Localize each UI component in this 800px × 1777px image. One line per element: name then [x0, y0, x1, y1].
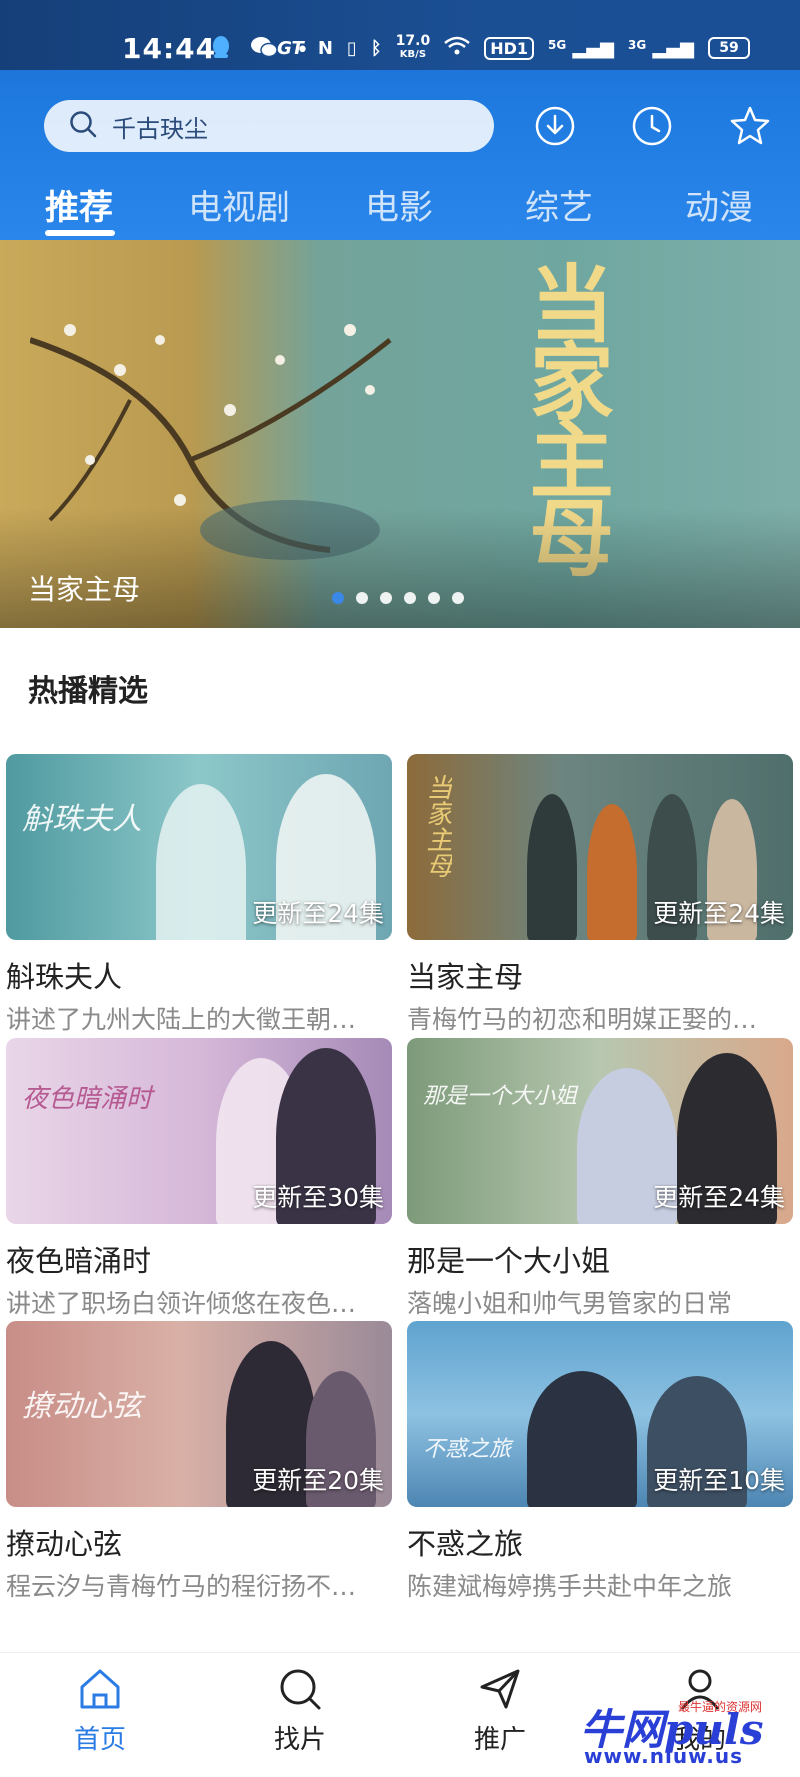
thumbnail-art-text: 不惑之旅 [423, 1437, 512, 1462]
thumbnail-art-text: 斛珠夫人 [22, 802, 142, 837]
nav-promote[interactable]: 推广 [440, 1665, 560, 1756]
signal-3g: 3G ▂▄▆ [628, 37, 694, 59]
show-description: 讲述了职场白领许倾悠在夜色… [6, 1289, 357, 1318]
watermark-logo: 牛网puls 最牛逼的资源网 www.niuw.us [580, 1696, 780, 1768]
app-screen: 14:44 • GT N ▯ ᛒ 17.0 KB/S HD1 5G ▂▄▆ 3G… [0, 0, 800, 1777]
banner-dot[interactable] [380, 592, 392, 604]
nav-label: 推广 [473, 1725, 526, 1755]
show-description: 青梅竹马的初恋和明媒正娶的… [407, 1005, 758, 1034]
show-card[interactable]: 夜色暗涌时 更新至30集 夜色暗涌时 讲述了职场白领许倾悠在夜色… [6, 1038, 392, 1320]
show-description: 落魄小姐和帅气男管家的日常 [407, 1289, 733, 1318]
figure-shape [527, 1371, 637, 1507]
show-card[interactable]: 当家主母 更新至24集 当家主母 青梅竹马的初恋和明媒正娶的… [407, 754, 793, 1036]
search-input[interactable]: 千古玦尘 [44, 100, 494, 152]
banner-dot[interactable] [452, 592, 464, 604]
show-thumbnail: 当家主母 更新至24集 [407, 754, 793, 940]
banner-dot[interactable] [404, 592, 416, 604]
episode-badge: 更新至20集 [252, 1466, 384, 1495]
wechat-icon [250, 35, 278, 65]
thumbnail-art-text: 夜色暗涌时 [22, 1084, 153, 1114]
show-thumbnail: 撩动心弦 更新至20集 [6, 1321, 392, 1507]
wifi-icon [444, 36, 470, 61]
signal-5g: 5G ▂▄▆ [548, 37, 614, 59]
show-title: 那是一个大小姐 [407, 1244, 611, 1278]
figure-shape [587, 804, 637, 940]
hd-badge: HD1 [484, 36, 534, 60]
banner-pagination [332, 592, 464, 604]
star-icon [730, 106, 770, 145]
qq-icon [210, 34, 232, 66]
show-title: 撩动心弦 [6, 1527, 123, 1561]
show-description: 程云汐与青梅竹马的程衍扬不… [6, 1572, 357, 1601]
show-title: 不惑之旅 [407, 1527, 524, 1561]
nav-label: 找片 [273, 1725, 326, 1755]
show-title: 斛珠夫人 [6, 960, 123, 994]
favorites-button[interactable] [728, 104, 772, 148]
search-icon [280, 1669, 321, 1710]
thumbnail-art-text: 撩动心弦 [22, 1389, 142, 1424]
gt-icon: GT [277, 37, 304, 59]
home-icon [80, 1669, 120, 1709]
nav-label: 首页 [73, 1725, 126, 1755]
watermark-url: www.niuw.us [584, 1744, 744, 1768]
battery-icon: 59 [708, 37, 750, 59]
figure-shape [156, 784, 246, 940]
net-speed-unit: KB/S [399, 49, 427, 60]
nfc-icon: N [317, 37, 333, 59]
show-card[interactable]: 撩动心弦 更新至20集 撩动心弦 程云汐与青梅竹马的程衍扬不… [6, 1321, 392, 1603]
show-card[interactable]: 斛珠夫人 更新至24集 斛珠夫人 讲述了九州大陆上的大徵王朝… [6, 754, 392, 1036]
show-description: 陈建斌梅婷携手共赴中年之旅 [407, 1572, 733, 1601]
nav-home[interactable]: 首页 [40, 1665, 160, 1756]
tab-active-indicator [45, 230, 115, 236]
episode-badge: 更新至24集 [653, 1183, 785, 1212]
episode-badge: 更新至10集 [653, 1466, 785, 1495]
show-thumbnail: 斛珠夫人 更新至24集 [6, 754, 392, 940]
status-bar: 14:44 • GT N ▯ ᛒ 17.0 KB/S HD1 5G ▂▄▆ 3G… [0, 0, 800, 70]
clock-icon [632, 106, 672, 146]
signal-3g-label: 3G [628, 37, 647, 52]
download-button[interactable] [533, 104, 577, 148]
section-title: 热播精选 [28, 674, 148, 709]
banner-dot[interactable] [332, 592, 344, 604]
thumbnail-art-text: 当家主母 [422, 774, 452, 878]
tab-tv-series[interactable]: 电视剧 [188, 180, 290, 229]
nav-find[interactable]: 找片 [240, 1665, 360, 1756]
net-speed: 17.0 KB/S [396, 34, 431, 62]
header-area: 14:44 • GT N ▯ ᛒ 17.0 KB/S HD1 5G ▂▄▆ 3G… [0, 0, 800, 240]
figure-shape [527, 794, 577, 940]
status-system-icons: GT N ▯ ᛒ 17.0 KB/S HD1 5G ▂▄▆ 3G ▂▄▆ 59 [277, 34, 750, 62]
show-thumbnail: 那是一个大小姐 更新至24集 [407, 1038, 793, 1224]
tab-movies[interactable]: 电影 [365, 180, 433, 229]
bluetooth-icon: ᛒ [370, 37, 382, 59]
send-icon [480, 1669, 520, 1709]
banner-caption: 当家主母 [28, 573, 141, 606]
search-placeholder: 千古玦尘 [112, 114, 208, 143]
tab-anime[interactable]: 动漫 [685, 180, 753, 229]
signal-5g-label: 5G [548, 37, 567, 52]
show-thumbnail: 不惑之旅 更新至10集 [407, 1321, 793, 1507]
show-thumbnail: 夜色暗涌时 更新至30集 [6, 1038, 392, 1224]
show-title: 当家主母 [407, 960, 524, 994]
episode-badge: 更新至30集 [252, 1183, 384, 1212]
search-icon [68, 109, 98, 143]
thumbnail-art-text: 那是一个大小姐 [423, 1084, 578, 1109]
history-button[interactable] [630, 104, 674, 148]
banner-dot[interactable] [428, 592, 440, 604]
show-card[interactable]: 不惑之旅 更新至10集 不惑之旅 陈建斌梅婷携手共赴中年之旅 [407, 1321, 793, 1603]
net-speed-value: 17.0 [395, 33, 431, 49]
episode-badge: 更新至24集 [252, 899, 384, 928]
show-title: 夜色暗涌时 [6, 1244, 152, 1278]
show-card[interactable]: 那是一个大小姐 更新至24集 那是一个大小姐 落魄小姐和帅气男管家的日常 [407, 1038, 793, 1320]
banner-dot[interactable] [356, 592, 368, 604]
download-icon [535, 106, 575, 146]
show-description: 讲述了九州大陆上的大徵王朝… [6, 1005, 357, 1034]
tab-variety[interactable]: 综艺 [525, 180, 593, 229]
episode-badge: 更新至24集 [653, 899, 785, 928]
watermark-sub: 最牛逼的资源网 [678, 1700, 763, 1714]
vibrate-icon: ▯ [346, 37, 357, 59]
tab-recommend[interactable]: 推荐 [45, 180, 113, 229]
status-time: 14:44 [122, 32, 217, 65]
category-tabs: 推荐 电视剧 电影 综艺 动漫 [0, 180, 800, 240]
